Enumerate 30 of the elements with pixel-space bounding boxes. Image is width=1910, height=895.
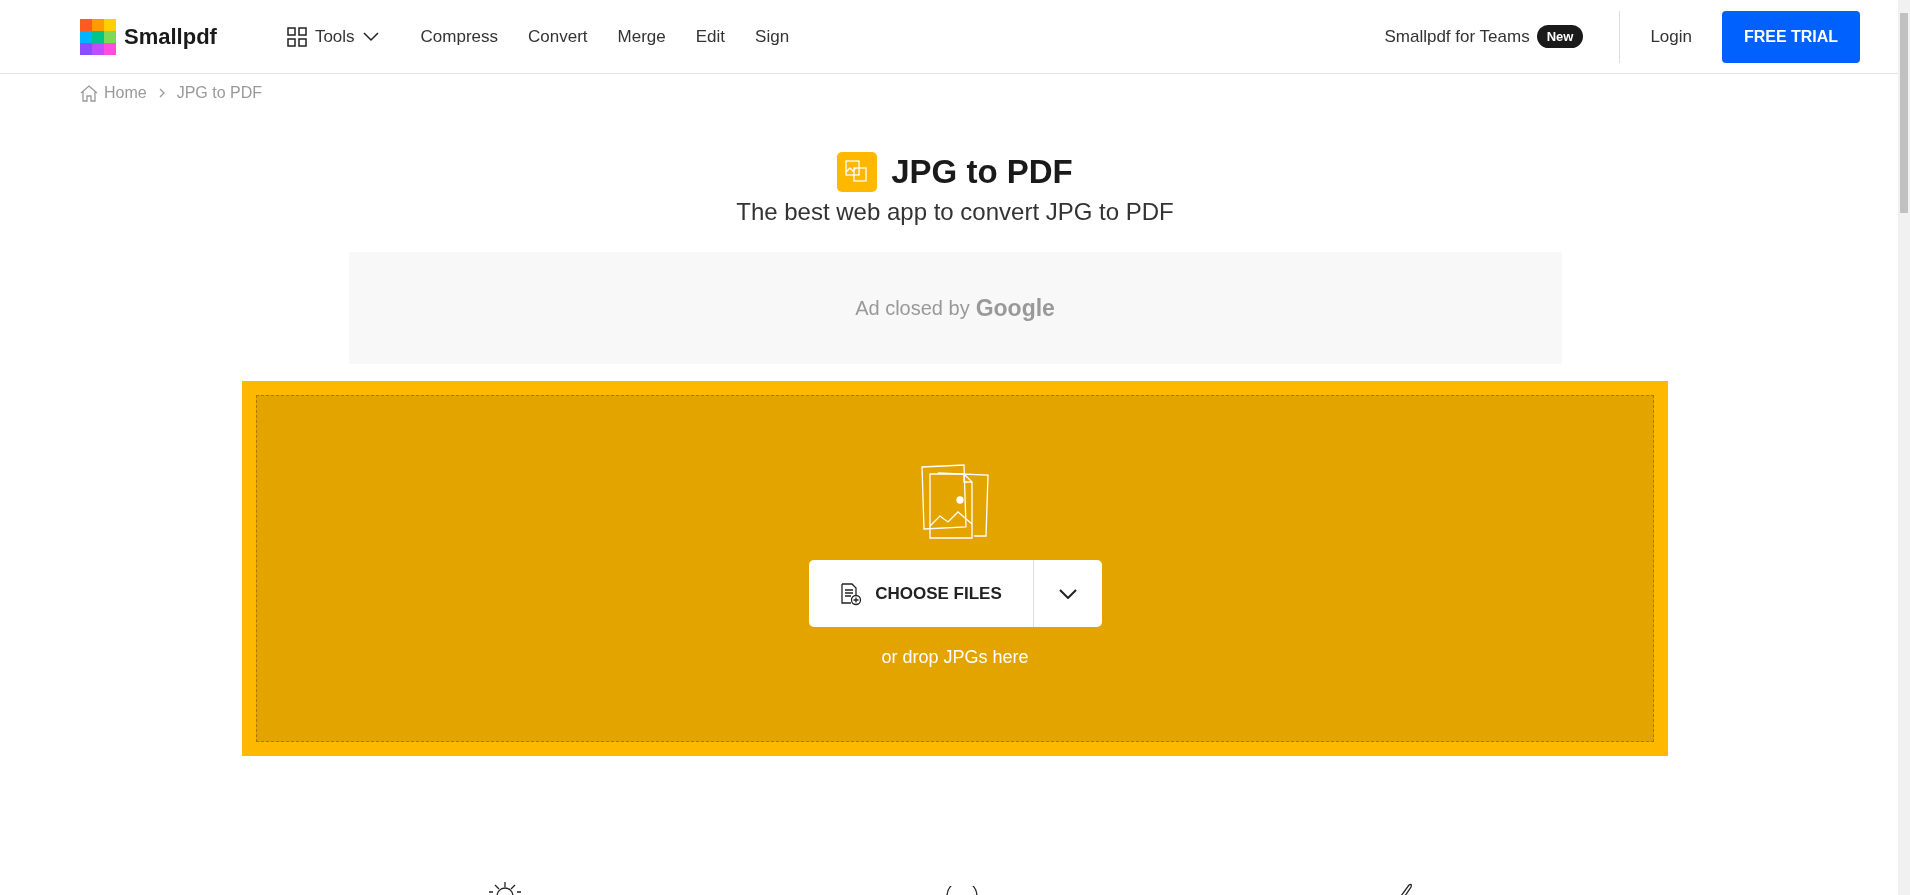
logo-icon [80, 18, 116, 55]
scrollbar[interactable] [1898, 0, 1910, 895]
nav-link[interactable]: Edit [695, 26, 726, 47]
tools-menu[interactable]: Tools [286, 26, 379, 47]
upload-area[interactable]: CHOOSE FILES or drop JPGs here [242, 381, 1668, 756]
dropdown-button[interactable] [1033, 560, 1102, 627]
new-badge: New [1536, 25, 1584, 48]
grid-icon [286, 26, 307, 47]
drop-hint: or drop JPGs here [881, 647, 1029, 668]
choose-files-button[interactable]: CHOOSE FILES [808, 560, 1034, 627]
login-link[interactable]: Login [1650, 26, 1692, 47]
chevron-icon [362, 31, 379, 42]
nav-link[interactable]: Convert [528, 26, 588, 47]
page-title: JPG to PDF [891, 153, 1073, 191]
chevron-icon [1058, 588, 1077, 599]
ad-text: Ad closed by [855, 296, 970, 320]
home-icon [80, 84, 98, 102]
brand-name[interactable]: Smallpdf [124, 23, 217, 50]
pen-icon [1399, 882, 1413, 895]
chevron-right-icon [158, 88, 165, 98]
free-trial-button[interactable]: FREE TRIAL [1722, 10, 1860, 63]
page-subtitle: The best web app to convert JPG to PDF [736, 198, 1174, 226]
images-icon [920, 464, 990, 540]
nav-link[interactable]: Compress [420, 26, 499, 47]
nav-link[interactable]: Merge [617, 26, 666, 47]
tool-icon [837, 152, 878, 192]
teams-link[interactable]: Smallpdf for Teams [1384, 26, 1530, 47]
add-file-icon [839, 581, 864, 606]
ad-brand: Google [975, 294, 1055, 322]
nav-link[interactable]: Sign [755, 26, 790, 47]
